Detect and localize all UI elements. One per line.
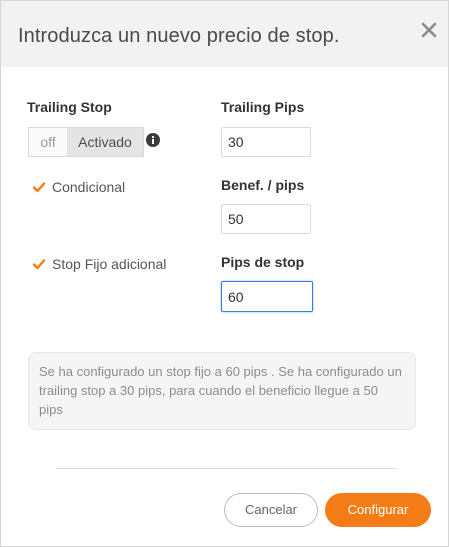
footer-divider xyxy=(56,468,397,469)
toggle-on-option[interactable]: Activado xyxy=(67,128,143,156)
trailing-pips-input[interactable] xyxy=(221,127,311,157)
configure-button[interactable]: Configurar xyxy=(325,493,431,527)
conditional-label: Condicional xyxy=(52,179,126,195)
stop-pips-label: Pips de stop xyxy=(221,254,305,270)
conditional-checkbox-row[interactable]: Condicional xyxy=(32,179,125,195)
stop-price-dialog: Introduzca un nuevo precio de stop. Trai… xyxy=(0,0,449,547)
checkmark-icon[interactable] xyxy=(32,180,46,194)
checkmark-icon[interactable] xyxy=(32,257,46,271)
fixed-stop-label: Stop Fijo adicional xyxy=(52,256,167,272)
trailing-pips-label: Trailing Pips xyxy=(221,99,305,115)
profit-pips-input[interactable] xyxy=(221,204,311,234)
summary-note: Se ha configurado un stop fijo a 60 pips… xyxy=(28,352,416,430)
profit-pips-label: Benef. / pips xyxy=(221,177,305,193)
dialog-header: Introduzca un nuevo precio de stop. xyxy=(1,1,448,67)
info-icon[interactable] xyxy=(146,133,160,147)
toggle-off-option[interactable]: off xyxy=(29,128,67,156)
close-icon[interactable] xyxy=(418,19,440,41)
cancel-button[interactable]: Cancelar xyxy=(224,493,318,527)
trailing-stop-label: Trailing Stop xyxy=(27,99,112,115)
fixed-stop-checkbox-row[interactable]: Stop Fijo adicional xyxy=(32,256,166,272)
dialog-title: Introduzca un nuevo precio de stop. xyxy=(18,25,340,47)
trailing-stop-toggle[interactable]: off Activado xyxy=(28,127,144,157)
stop-pips-input[interactable] xyxy=(221,281,313,312)
